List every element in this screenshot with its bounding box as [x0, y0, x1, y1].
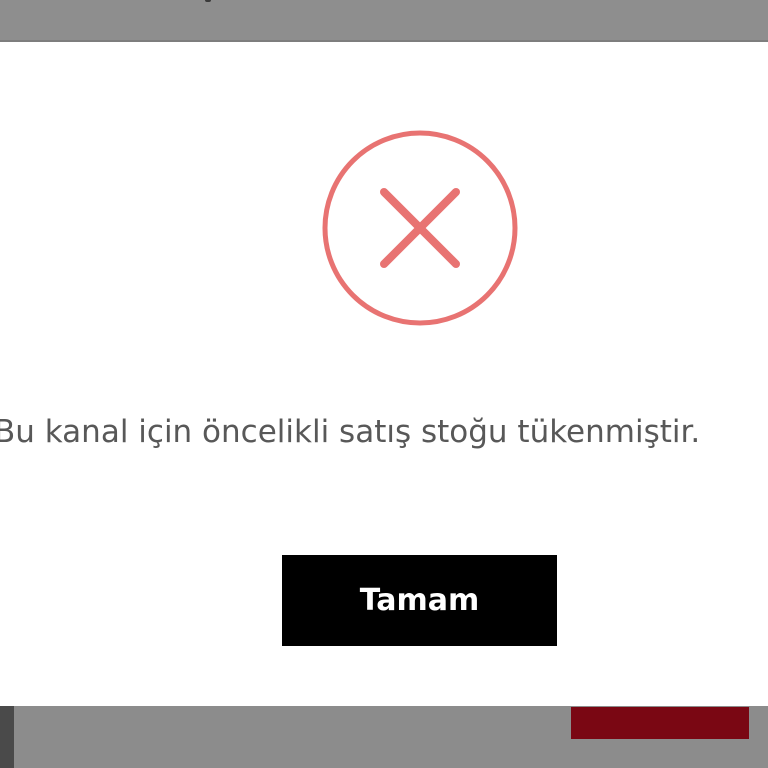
- dialog-message: Bu kanal için öncelikli satış stoğu tüke…: [0, 414, 701, 450]
- background-action-button: [571, 707, 749, 739]
- error-dialog: Bu kanal için öncelikli satış stoğu tüke…: [0, 42, 768, 706]
- dimmed-page-header: [0, 0, 768, 42]
- confirm-button[interactable]: Tamam: [282, 555, 557, 646]
- screen: Bu kanal için öncelikli satış stoğu tüke…: [0, 0, 768, 768]
- header-glyph-fragment: [205, 0, 211, 2]
- error-x-circle-icon: [322, 130, 518, 326]
